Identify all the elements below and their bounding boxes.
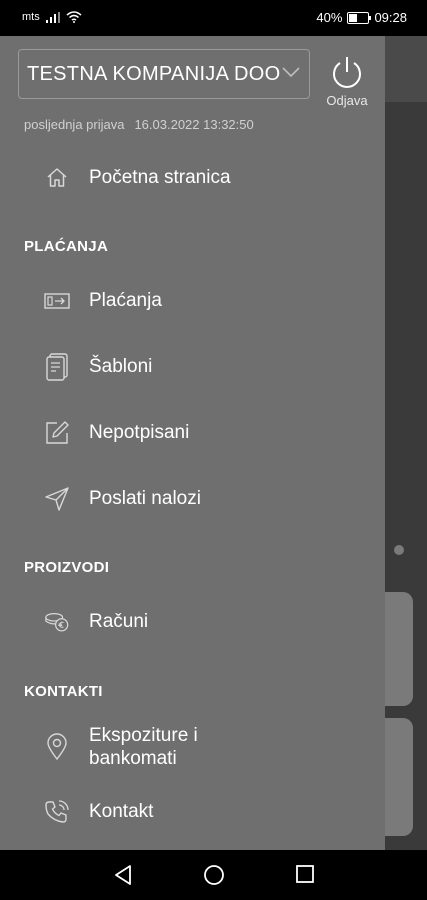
home-circle-icon[interactable]: [203, 864, 225, 886]
background-page-indicator: [394, 545, 404, 555]
logout-label: Odjava: [326, 93, 368, 108]
company-selector[interactable]: TESTNA KOMPANIJA DOO: [18, 49, 310, 99]
nav-item-templates[interactable]: Šabloni: [0, 342, 385, 392]
nav-item-home[interactable]: Početna stranica: [0, 153, 385, 203]
carrier-label: mts: [22, 11, 40, 23]
coins-icon: [44, 609, 70, 635]
nav-item-templates-label: Šabloni: [89, 356, 153, 377]
nav-item-payments[interactable]: Plaćanja: [0, 276, 385, 326]
nav-item-sent-orders-label: Poslati nalozi: [89, 488, 201, 509]
last-login-label: posljednja prijava: [24, 117, 125, 132]
signal-icon: [45, 11, 60, 23]
status-bar: mts 40% 09:28: [0, 0, 427, 36]
nav-item-branches-atms[interactable]: Ekspoziture i bankomati: [0, 722, 385, 772]
clock: 09:28: [374, 10, 407, 25]
section-payments-header: PLAĆANJA: [24, 238, 109, 255]
wifi-icon: [66, 11, 82, 23]
nav-item-unsigned[interactable]: Nepotpisani: [0, 408, 385, 458]
back-triangle-icon[interactable]: [113, 864, 133, 886]
last-login-time: 16.03.2022 13:32:50: [134, 117, 254, 132]
nav-item-accounts-label: Računi: [89, 611, 149, 632]
nav-item-sent-orders[interactable]: Poslati nalozi: [0, 474, 385, 524]
edit-pencil-icon: [44, 420, 70, 446]
nav-item-accounts[interactable]: Računi: [0, 597, 385, 647]
logout-button[interactable]: Odjava: [322, 54, 372, 108]
nav-item-payments-label: Plaćanja: [89, 290, 162, 311]
send-icon: [44, 486, 70, 512]
template-document-icon: [44, 353, 70, 381]
navigation-drawer: TESTNA KOMPANIJA DOO Odjava posljednja p…: [0, 36, 385, 850]
payment-card-icon: [44, 288, 70, 314]
last-login-info: posljednja prijava 16.03.2022 13:32:50: [24, 117, 254, 132]
nav-item-unsigned-label: Nepotpisani: [89, 422, 190, 443]
section-products-header: PROIZVODI: [24, 559, 110, 576]
location-pin-icon: [44, 733, 70, 761]
nav-item-branches-atms-label: Ekspoziture i bankomati: [89, 724, 198, 770]
power-icon: [333, 57, 361, 88]
home-icon: [44, 165, 70, 191]
nav-item-branches-atms-label-line2: bankomati: [89, 748, 177, 769]
battery-percent: 40%: [316, 10, 343, 25]
nav-item-branches-atms-label-line1: Ekspoziture i: [89, 725, 198, 746]
battery-icon: [347, 11, 372, 24]
nav-item-contact[interactable]: Kontakt: [0, 787, 385, 837]
section-contacts-header: KONTAKTI: [24, 683, 103, 700]
recents-square-icon[interactable]: [295, 864, 315, 884]
phone-icon: [44, 799, 70, 825]
nav-item-contact-label: Kontakt: [89, 801, 154, 822]
company-name: TESTNA KOMPANIJA DOO: [27, 62, 281, 85]
chevron-down-icon: [282, 67, 300, 78]
nav-item-home-label: Početna stranica: [89, 167, 231, 188]
system-navigation-bar: [0, 850, 427, 900]
